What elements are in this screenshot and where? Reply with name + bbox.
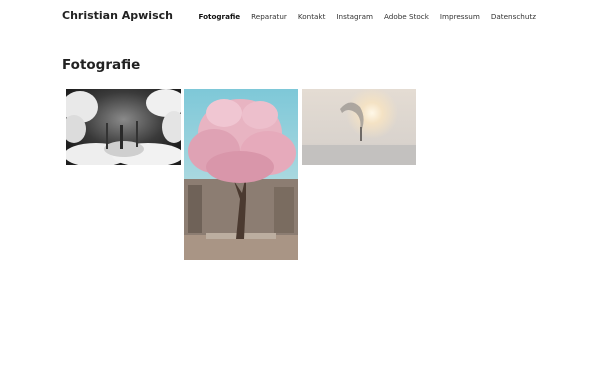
nav-item-instagram[interactable]: Instagram: [336, 12, 373, 21]
photo-image: [66, 89, 181, 165]
photo-image: [184, 89, 298, 260]
nav-item-fotografie[interactable]: Fotografie: [198, 12, 240, 21]
site-title-link[interactable]: Christian Apwisch: [62, 9, 173, 22]
main-nav: Fotografie Reparatur Kontakt Instagram A…: [198, 12, 536, 21]
nav-item-adobe-stock[interactable]: Adobe Stock: [384, 12, 429, 21]
page-title: Fotografie: [62, 57, 141, 73]
nav-item-reparatur[interactable]: Reparatur: [251, 12, 287, 21]
photo-image: [302, 89, 416, 165]
nav-item-datenschutz[interactable]: Datenschutz: [491, 12, 536, 21]
nav-item-kontakt[interactable]: Kontakt: [298, 12, 326, 21]
nav-item-impressum[interactable]: Impressum: [440, 12, 480, 21]
gallery-photo-infrared-forest[interactable]: [66, 89, 181, 165]
gallery-photo-hazy-sun[interactable]: [302, 89, 416, 165]
gallery-photo-magnolia-tree[interactable]: [184, 89, 298, 260]
site-header: Christian Apwisch Fotografie Reparatur K…: [0, 0, 600, 34]
